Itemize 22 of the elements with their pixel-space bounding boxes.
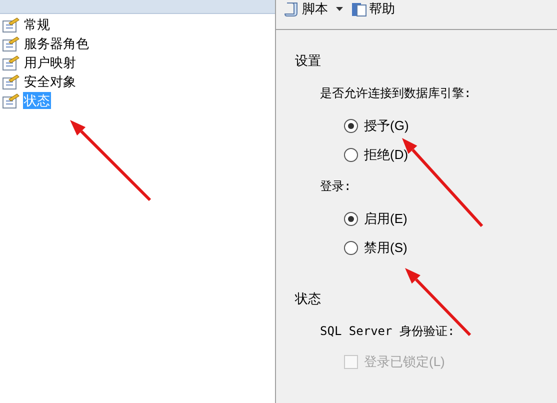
section-title: 状态 bbox=[295, 290, 322, 308]
radio-button[interactable] bbox=[344, 148, 358, 162]
section-title: 设置 bbox=[295, 52, 322, 70]
toolbar-button[interactable]: 帮助 bbox=[351, 0, 395, 18]
radio-button[interactable] bbox=[344, 118, 358, 132]
sidebar-item[interactable]: 服务器角色 bbox=[23, 35, 90, 52]
sidebar-item[interactable]: 常规 bbox=[23, 16, 51, 33]
radio-label: 启用(E) bbox=[364, 210, 408, 228]
radio-label: 授予(G) bbox=[364, 116, 409, 135]
checkbox-label: 登录已锁定(L) bbox=[364, 353, 445, 372]
radio-button[interactable] bbox=[344, 212, 358, 226]
radio-label: 禁用(S) bbox=[364, 238, 408, 257]
radio-label: 拒绝(D) bbox=[364, 146, 408, 164]
group-label: SQL Server 身份验证: bbox=[320, 323, 456, 340]
radio-button[interactable] bbox=[344, 240, 358, 254]
sidebar-item[interactable]: 安全对象 bbox=[23, 73, 77, 90]
sidebar-item[interactable]: 用户映射 bbox=[23, 54, 77, 71]
document-icon bbox=[351, 1, 367, 17]
toolbar-button[interactable]: 脚本 bbox=[284, 0, 328, 18]
scroll-icon bbox=[284, 1, 300, 17]
group-label: 是否允许连接到数据库引擎: bbox=[320, 85, 472, 102]
group-label: 登录: bbox=[320, 178, 352, 195]
